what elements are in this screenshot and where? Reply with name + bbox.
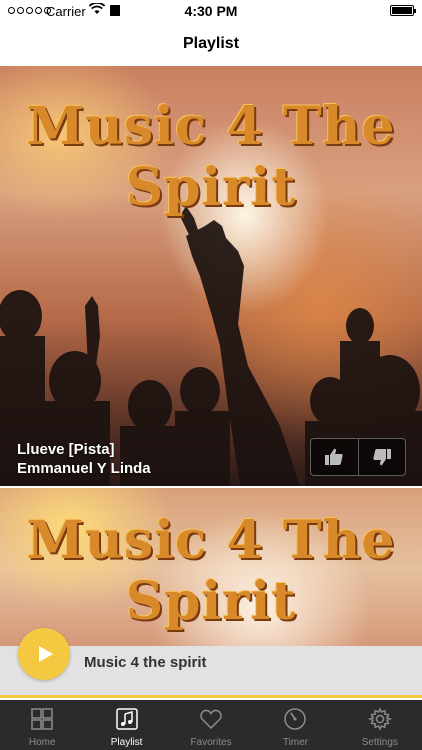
- tab-bar: Home Playlist Favorites Timer Settings: [0, 700, 422, 750]
- track-info: Llueve [Pista] Emmanuel Y Linda: [17, 440, 151, 478]
- timer-icon: [284, 708, 307, 730]
- grid-icon: [31, 708, 53, 730]
- playlist-card[interactable]: Music 4 The Spirit: [0, 488, 422, 648]
- gear-icon: [367, 707, 392, 731]
- tab-settings[interactable]: Settings: [338, 700, 422, 750]
- tab-playlist[interactable]: Playlist: [84, 700, 168, 750]
- status-time: 4:30 PM: [184, 3, 238, 19]
- playlist-card[interactable]: Music 4 The Spirit Llueve [Pista] Emmanu…: [0, 66, 422, 486]
- vote-control: [310, 438, 406, 476]
- tab-label: Home: [28, 737, 56, 748]
- navigation-bar: Playlist: [0, 22, 422, 66]
- page-title: Playlist: [182, 35, 240, 52]
- thumbs-up-icon: [325, 448, 343, 465]
- play-icon: [39, 646, 53, 662]
- play-button[interactable]: [18, 628, 70, 680]
- tab-favorites[interactable]: Favorites: [169, 700, 253, 750]
- track-title: Llueve [Pista]: [17, 441, 115, 458]
- tab-label: Settings: [361, 737, 398, 748]
- thumbs-down-icon: [373, 449, 391, 466]
- artwork-title-text: Music 4 The Spirit: [26, 96, 396, 218]
- track-artist: Emmanuel Y Linda: [17, 460, 151, 477]
- music-note-icon: [115, 708, 138, 730]
- status-bar: Carrier 4:30 PM: [0, 0, 422, 22]
- thumbs-down-button[interactable]: [357, 439, 406, 475]
- tab-home[interactable]: Home: [0, 700, 84, 750]
- tab-label: Favorites: [190, 737, 232, 748]
- tab-label: Playlist: [110, 737, 143, 748]
- tab-label: Timer: [282, 737, 309, 748]
- tab-timer[interactable]: Timer: [253, 700, 337, 750]
- heart-icon: [200, 709, 222, 730]
- battery-icon: [390, 5, 416, 16]
- thumbs-up-button[interactable]: [311, 439, 358, 475]
- now-playing-title: Music 4 the spirit: [84, 654, 207, 671]
- artwork-title-text: Music 4 The Spirit: [26, 510, 396, 632]
